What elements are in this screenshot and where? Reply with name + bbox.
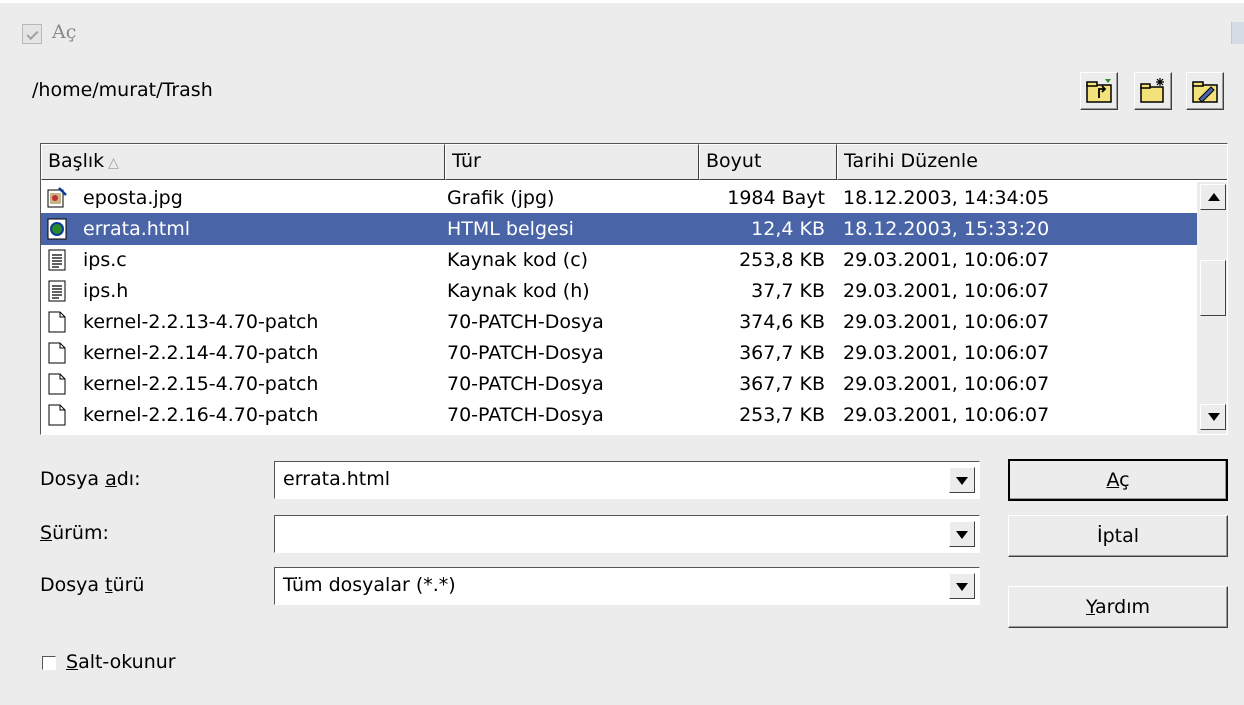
chevron-down-icon bbox=[956, 583, 968, 591]
default-directory-button[interactable] bbox=[1186, 72, 1224, 110]
file-type: Kaynak kod (h) bbox=[447, 280, 590, 302]
file-date: 29.03.2001, 10:06:07 bbox=[843, 342, 1050, 364]
file-size: 367,7 KB bbox=[739, 373, 825, 395]
file-row[interactable]: eposta.jpg Grafik (jpg) 1984 Bayt 18.12.200… bbox=[41, 182, 1199, 214]
sort-ascending-icon: △ bbox=[108, 155, 119, 171]
html-file-icon bbox=[47, 218, 67, 240]
generic-file-icon bbox=[47, 373, 67, 395]
text-file-icon bbox=[47, 280, 67, 302]
file-date: 29.03.2001, 10:06:07 bbox=[843, 249, 1050, 271]
column-header-size[interactable]: Boyut bbox=[699, 144, 837, 180]
generic-file-icon bbox=[47, 311, 67, 333]
column-header-type[interactable]: Tür bbox=[445, 144, 699, 180]
column-header-date[interactable]: Tarihi Düzenle bbox=[837, 144, 1227, 180]
column-size-label: Boyut bbox=[706, 150, 762, 172]
file-row[interactable]: kernel-2.2.15-4.70-patch 70-PATCH-Dosya 36… bbox=[41, 368, 1199, 400]
folder-up-icon bbox=[1086, 79, 1112, 103]
list-header: Başlık △ Tür Boyut Tarihi Düzenle bbox=[41, 144, 1227, 180]
scroll-up-button[interactable] bbox=[1200, 184, 1226, 210]
file-size: 37,7 KB bbox=[751, 280, 825, 302]
file-size: 1984 Bayt bbox=[727, 187, 825, 209]
filetype-value[interactable]: Tüm dosyalar (*.*) bbox=[283, 574, 456, 596]
cancel-button[interactable]: İptal bbox=[1008, 515, 1228, 557]
arrow-up-icon bbox=[1208, 193, 1220, 201]
help-button[interactable]: Yardım bbox=[1008, 586, 1228, 628]
file-size: 367,7 KB bbox=[739, 342, 825, 364]
generic-file-icon bbox=[47, 342, 67, 364]
column-header-name[interactable]: Başlık △ bbox=[41, 144, 445, 180]
file-name: kernel-2.2.16-4.70-patch bbox=[83, 404, 319, 426]
window-title: Aç bbox=[52, 21, 77, 43]
file-date: 18.12.2003, 15:33:20 bbox=[843, 218, 1050, 240]
folder-up-button[interactable] bbox=[1080, 72, 1118, 110]
readonly-label[interactable]: Salt-okunur bbox=[66, 651, 176, 673]
readonly-checkbox[interactable] bbox=[42, 656, 56, 670]
window-corner-button[interactable] bbox=[1231, 22, 1244, 44]
column-name-label: Başlık bbox=[48, 150, 105, 172]
current-path: /home/murat/Trash bbox=[32, 79, 213, 101]
new-folder-button[interactable] bbox=[1134, 72, 1172, 110]
file-size: 253,8 KB bbox=[739, 249, 825, 271]
column-type-label: Tür bbox=[452, 150, 481, 172]
file-type: 70-PATCH-Dosya bbox=[447, 342, 604, 364]
arrow-down-icon bbox=[1208, 413, 1220, 421]
app-icon bbox=[22, 24, 42, 44]
file-name: errata.html bbox=[83, 218, 191, 240]
filetype-dropdown-button[interactable] bbox=[949, 573, 975, 599]
file-date: 18.12.2003, 14:34:05 bbox=[843, 187, 1050, 209]
file-row[interactable]: kernel-2.2.14-4.70-patch 70-PATCH-Dosya 36… bbox=[41, 337, 1199, 369]
file-name: kernel-2.2.15-4.70-patch bbox=[83, 373, 319, 395]
file-size: 12,4 KB bbox=[751, 218, 825, 240]
file-size: 253,7 KB bbox=[739, 404, 825, 426]
file-row[interactable]: kernel-2.2.13-4.70-patch 70-PATCH-Dosya 37… bbox=[41, 306, 1199, 338]
file-date: 29.03.2001, 10:06:07 bbox=[843, 404, 1050, 426]
file-name: eposta.jpg bbox=[83, 187, 183, 209]
filetype-combo[interactable]: Tüm dosyalar (*.*) bbox=[274, 567, 980, 605]
version-combo[interactable] bbox=[274, 515, 980, 553]
new-folder-icon bbox=[1140, 78, 1164, 103]
file-type: 70-PATCH-Dosya bbox=[447, 404, 604, 426]
text-file-icon bbox=[47, 249, 67, 271]
filename-value[interactable]: errata.html bbox=[283, 468, 390, 490]
file-size: 374,6 KB bbox=[739, 311, 825, 333]
generic-file-icon bbox=[47, 404, 67, 426]
file-type: 70-PATCH-Dosya bbox=[447, 311, 604, 333]
file-type: Grafik (jpg) bbox=[447, 187, 555, 209]
filetype-label: Dosya türü bbox=[40, 574, 145, 596]
file-name: kernel-2.2.14-4.70-patch bbox=[83, 342, 319, 364]
file-row[interactable]: ips.c Kaynak kod (c) 253,8 KB 29.03.2001, 1… bbox=[41, 244, 1199, 276]
file-type: 70-PATCH-Dosya bbox=[447, 373, 604, 395]
image-file-icon bbox=[47, 187, 67, 209]
file-type: HTML belgesi bbox=[447, 218, 574, 240]
open-button[interactable]: Aç bbox=[1008, 459, 1228, 501]
chevron-down-icon bbox=[956, 477, 968, 485]
vertical-scrollbar[interactable] bbox=[1197, 182, 1227, 434]
version-dropdown-button[interactable] bbox=[949, 521, 975, 547]
file-type: Kaynak kod (c) bbox=[447, 249, 589, 271]
file-date: 29.03.2001, 10:06:07 bbox=[843, 373, 1050, 395]
version-label: Sürüm: bbox=[40, 522, 109, 544]
filename-dropdown-button[interactable] bbox=[949, 467, 975, 493]
title-bar: Aç bbox=[0, 14, 1244, 54]
file-name: kernel-2.2.13-4.70-patch bbox=[83, 311, 319, 333]
file-row[interactable]: errata.html HTML belgesi 12,4 KB 18.12.2003… bbox=[41, 213, 1199, 245]
filename-label: Dosya adı: bbox=[40, 468, 141, 490]
file-row[interactable]: ips.h Kaynak kod (h) 37,7 KB 29.03.2001, 10… bbox=[41, 275, 1199, 307]
file-name: ips.c bbox=[83, 249, 127, 271]
scroll-thumb[interactable] bbox=[1200, 260, 1226, 316]
scroll-down-button[interactable] bbox=[1200, 404, 1226, 430]
default-directory-icon bbox=[1192, 81, 1218, 103]
chevron-down-icon bbox=[956, 531, 968, 539]
file-name: ips.h bbox=[83, 280, 129, 302]
file-date: 29.03.2001, 10:06:07 bbox=[843, 311, 1050, 333]
top-border bbox=[0, 0, 1244, 3]
file-row[interactable]: kernel-2.2.16-4.70-patch 70-PATCH-Dosya 25… bbox=[41, 399, 1199, 431]
file-date: 29.03.2001, 10:06:07 bbox=[843, 280, 1050, 302]
file-list[interactable]: Başlık △ Tür Boyut Tarihi Düzenle eposta.… bbox=[40, 143, 1228, 435]
column-date-label: Tarihi Düzenle bbox=[844, 150, 978, 172]
filename-combo[interactable]: errata.html bbox=[274, 461, 980, 499]
